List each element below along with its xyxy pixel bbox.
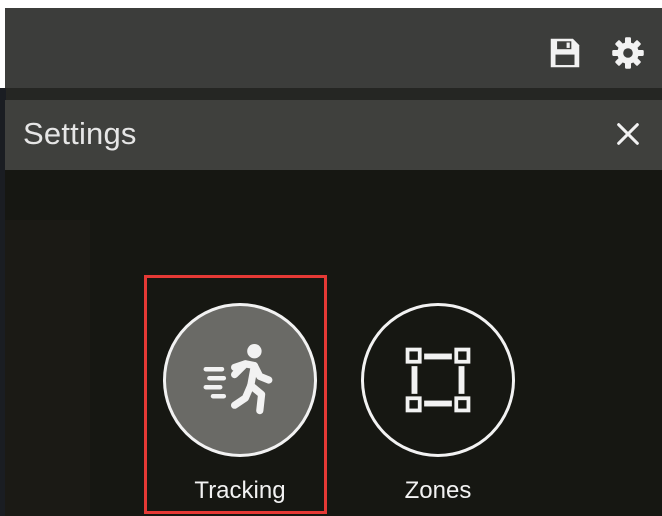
settings-title: Settings [23, 116, 137, 151]
floppy-disk-icon [550, 38, 580, 68]
panel-shade [5, 220, 90, 516]
tracking-tile[interactable]: Tracking [160, 303, 320, 505]
tracking-circle [163, 303, 317, 457]
bounding-box-icon [403, 345, 473, 415]
save-button[interactable] [545, 33, 585, 73]
running-person-icon [203, 344, 273, 415]
settings-panel [5, 170, 662, 516]
tracking-label: Tracking [194, 477, 286, 504]
zones-tile[interactable]: Zones [358, 303, 518, 505]
zones-label: Zones [404, 477, 472, 504]
toolbar-divider [5, 88, 662, 100]
close-button[interactable] [608, 114, 648, 154]
gear-icon [612, 37, 644, 69]
close-icon [617, 123, 639, 145]
settings-header: Settings [5, 100, 662, 170]
gear-button[interactable] [608, 33, 648, 73]
zones-circle [361, 303, 515, 457]
settings-window: Settings Tracking Zones [0, 0, 662, 516]
